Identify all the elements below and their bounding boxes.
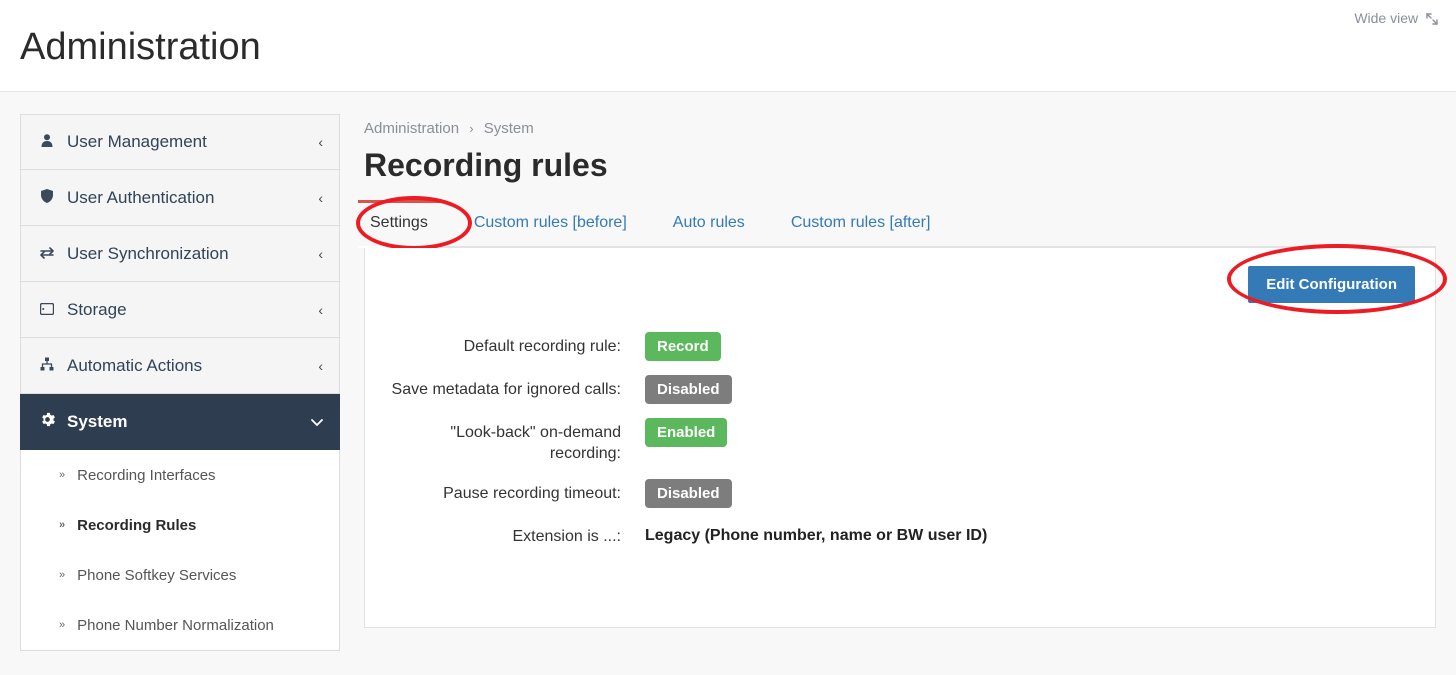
wide-view-toggle[interactable]: Wide view bbox=[1354, 10, 1438, 26]
breadcrumb-root[interactable]: Administration bbox=[364, 120, 459, 137]
page-title: Administration bbox=[20, 26, 261, 69]
sidebar-item-user-authentication[interactable]: User Authentication ‹ bbox=[20, 170, 340, 226]
breadcrumb-leaf: System bbox=[484, 120, 534, 137]
chevron-left-icon: ‹ bbox=[318, 134, 323, 150]
sidebar-subitem-recording-rules[interactable]: » Recording Rules bbox=[21, 500, 339, 550]
sidebar-subitem-label: Phone Number Normalization bbox=[77, 617, 274, 634]
main-content: Administration › System Recording rules … bbox=[364, 114, 1436, 675]
row-label: Default recording rule: bbox=[385, 332, 645, 358]
row-label: Save metadata for ignored calls: bbox=[385, 375, 645, 401]
sidebar-item-label: User Management bbox=[67, 132, 318, 152]
chevron-left-icon: ‹ bbox=[318, 246, 323, 262]
sidebar-subitem-phone-number-normalization[interactable]: » Phone Number Normalization bbox=[21, 600, 339, 650]
sidebar-item-user-synchronization[interactable]: User Synchronization ‹ bbox=[20, 226, 340, 282]
sitemap-icon bbox=[37, 356, 57, 376]
sidebar-item-label: User Synchronization bbox=[67, 244, 318, 264]
status-badge: Enabled bbox=[645, 418, 727, 447]
expand-icon bbox=[1426, 13, 1438, 25]
tab-custom-rules-before[interactable]: Custom rules [before] bbox=[468, 202, 633, 246]
sidebar-item-system[interactable]: System bbox=[20, 394, 340, 450]
double-chevron-icon: » bbox=[59, 569, 65, 581]
chevron-left-icon: ‹ bbox=[318, 358, 323, 374]
gear-icon bbox=[37, 412, 57, 432]
breadcrumb: Administration › System bbox=[364, 120, 1436, 137]
chevron-down-icon bbox=[311, 414, 323, 430]
sidebar-item-label: User Authentication bbox=[67, 188, 318, 208]
sidebar-subitem-label: Recording Rules bbox=[77, 517, 196, 534]
tab-settings[interactable]: Settings bbox=[364, 202, 434, 246]
sidebar-sublist-system: » Recording Interfaces » Recording Rules… bbox=[20, 450, 340, 651]
tabs: Settings Custom rules [before] Auto rule… bbox=[364, 202, 1436, 248]
user-icon bbox=[37, 132, 57, 152]
chevron-left-icon: ‹ bbox=[318, 302, 323, 318]
section-heading: Recording rules bbox=[364, 147, 1436, 184]
sidebar-item-label: Storage bbox=[67, 300, 318, 320]
settings-panel: Edit Configuration Default recording rul… bbox=[364, 248, 1436, 628]
status-badge: Record bbox=[645, 332, 721, 361]
chevron-right-icon: › bbox=[469, 121, 473, 136]
row-label: Extension is ...: bbox=[385, 522, 645, 548]
sidebar-subitem-label: Phone Softkey Services bbox=[77, 567, 236, 584]
status-badge: Disabled bbox=[645, 375, 732, 404]
chevron-left-icon: ‹ bbox=[318, 190, 323, 206]
sidebar-item-storage[interactable]: Storage ‹ bbox=[20, 282, 340, 338]
row-save-metadata-ignored-calls: Save metadata for ignored calls: Disable… bbox=[385, 375, 1415, 404]
row-lookback-ondemand-recording: "Look-back" on-demand recording: Enabled bbox=[385, 418, 1415, 465]
storage-icon bbox=[37, 300, 57, 320]
row-label: Pause recording timeout: bbox=[385, 479, 645, 505]
sidebar-item-automatic-actions[interactable]: Automatic Actions ‹ bbox=[20, 338, 340, 394]
sidebar-subitem-phone-softkey-services[interactable]: » Phone Softkey Services bbox=[21, 550, 339, 600]
wide-view-label: Wide view bbox=[1354, 10, 1418, 26]
edit-configuration-button[interactable]: Edit Configuration bbox=[1248, 266, 1415, 303]
sidebar: User Management ‹ User Authentication ‹ … bbox=[20, 114, 340, 675]
shield-user-icon bbox=[37, 188, 57, 208]
double-chevron-icon: » bbox=[59, 619, 65, 631]
sidebar-subitem-label: Recording Interfaces bbox=[77, 467, 215, 484]
row-default-recording-rule: Default recording rule: Record bbox=[385, 332, 1415, 361]
double-chevron-icon: » bbox=[59, 469, 65, 481]
row-extension-is: Extension is ...: Legacy (Phone number, … bbox=[385, 522, 1415, 548]
row-value: Legacy (Phone number, name or BW user ID… bbox=[645, 522, 1415, 545]
sync-icon bbox=[37, 244, 57, 264]
definition-list: Default recording rule: Record Save meta… bbox=[385, 332, 1415, 547]
double-chevron-icon: » bbox=[59, 519, 65, 531]
row-label: "Look-back" on-demand recording: bbox=[385, 418, 645, 465]
status-badge: Disabled bbox=[645, 479, 732, 508]
row-pause-recording-timeout: Pause recording timeout: Disabled bbox=[385, 479, 1415, 508]
sidebar-item-label: Automatic Actions bbox=[67, 356, 318, 376]
sidebar-subitem-recording-interfaces[interactable]: » Recording Interfaces bbox=[21, 450, 339, 500]
tab-auto-rules[interactable]: Auto rules bbox=[667, 202, 751, 246]
tab-custom-rules-after[interactable]: Custom rules [after] bbox=[785, 202, 937, 246]
sidebar-item-user-management[interactable]: User Management ‹ bbox=[20, 114, 340, 170]
sidebar-item-label: System bbox=[67, 412, 311, 432]
